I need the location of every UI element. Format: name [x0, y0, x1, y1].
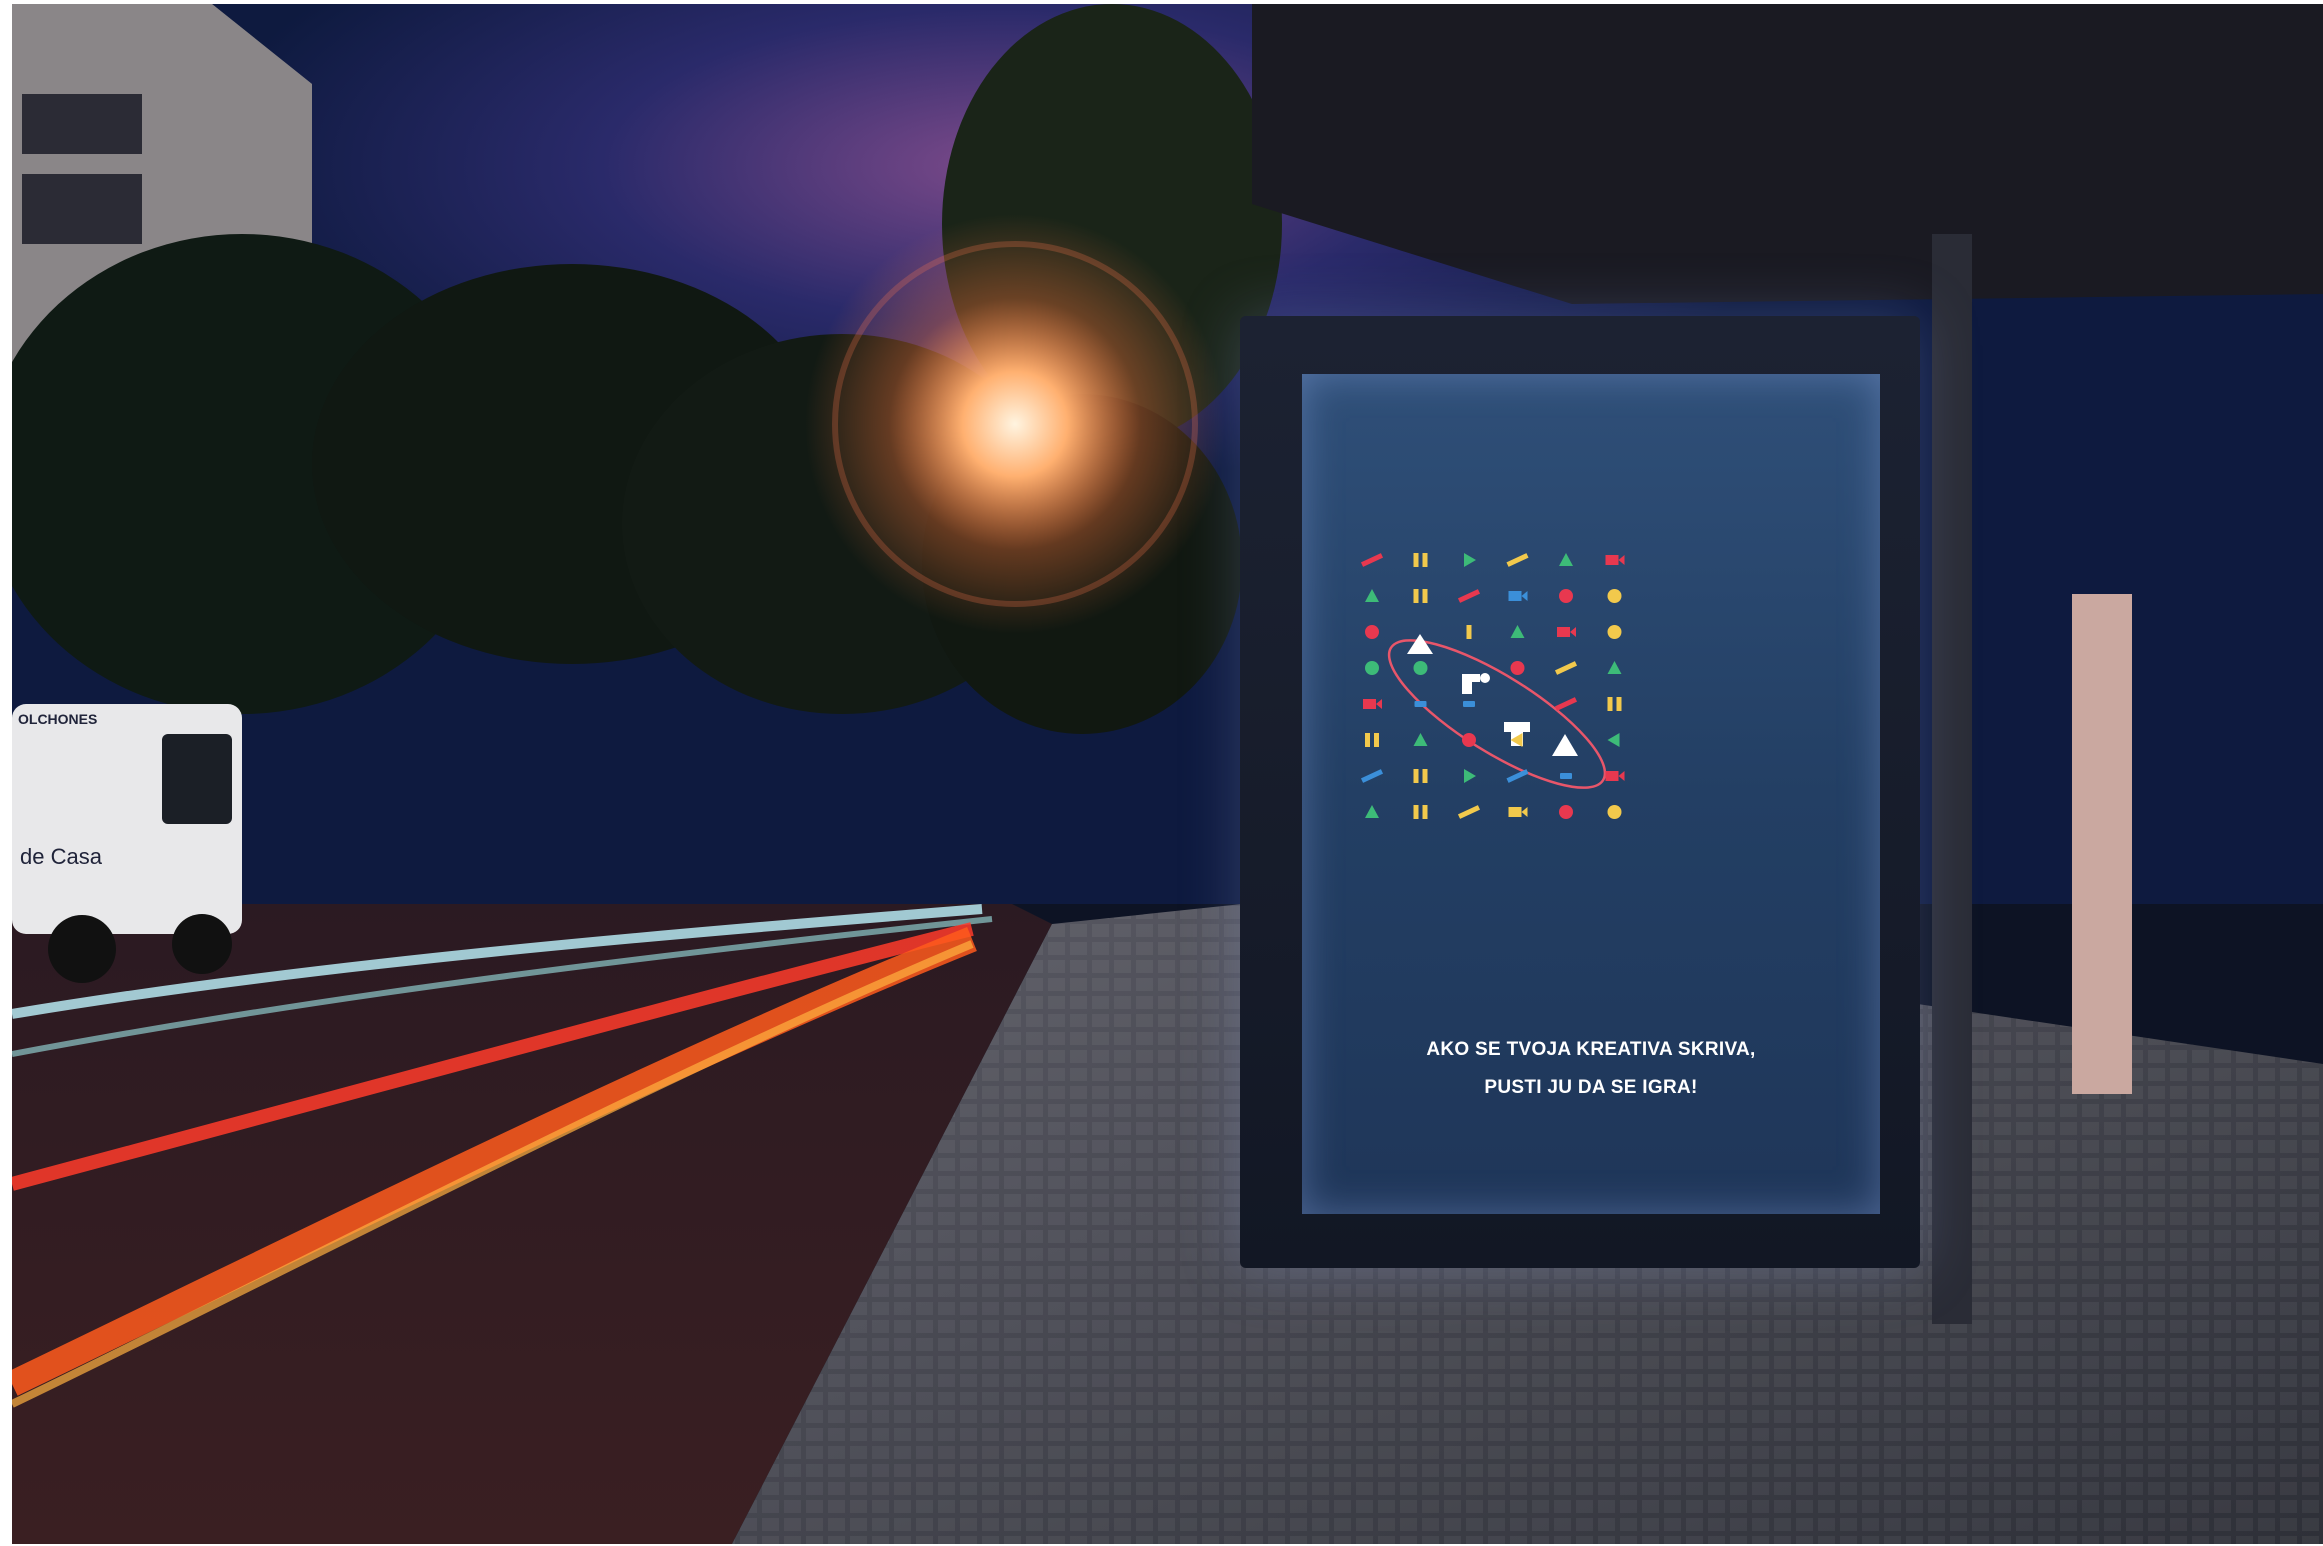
dash-icon [1560, 773, 1572, 779]
pencil-icon [1457, 805, 1481, 819]
triangle-icon [1407, 634, 1433, 654]
video-camera-icon [1508, 807, 1528, 817]
video-camera-icon [1557, 627, 1576, 637]
pencil-icon [1457, 589, 1481, 603]
pause-icon [1365, 733, 1379, 747]
street-background: OLCHONES de Casa [12, 4, 2323, 1544]
pause-icon [1607, 697, 1622, 711]
dot-icon [1510, 661, 1525, 675]
pencil-icon [1554, 661, 1578, 675]
video-camera-icon [1363, 699, 1382, 709]
dot-icon [1607, 805, 1622, 819]
dot-icon [1365, 661, 1379, 675]
video-camera-icon [1605, 555, 1625, 565]
slogan-line-1: AKO SE TVOJA KREATIVA SKRIVA, [1426, 1039, 1756, 1060]
pause-lettermark-icon [1462, 673, 1490, 694]
pause-icon [1413, 553, 1428, 567]
triangle-icon [1365, 589, 1379, 602]
van-side-lettering: de Casa [20, 844, 103, 869]
highlight-ellipse [1387, 639, 1607, 789]
dot-icon [1462, 733, 1476, 747]
dot-icon [1413, 661, 1428, 675]
dot-icon [1559, 805, 1573, 819]
triangle-icon [1510, 625, 1525, 638]
video-camera-icon [1508, 591, 1528, 601]
pencil-icon [1554, 697, 1578, 711]
triangle-icon [1365, 805, 1379, 818]
triangle-icon [1552, 734, 1578, 756]
triangle-icon [1413, 733, 1428, 746]
slogan-line-2: PUSTI JU DA SE IGRA! [1484, 1077, 1698, 1098]
pause-icon [1413, 589, 1428, 603]
dot-icon [1607, 589, 1622, 603]
van-top-lettering: OLCHONES [18, 711, 97, 727]
triangle-icon [1607, 661, 1622, 674]
street-scene: OLCHONES de Casa AKO SE TVOJA KREATIVA S… [12, 4, 2323, 1544]
rewind-icon [1607, 733, 1620, 747]
dot-icon [1607, 625, 1622, 639]
advertising-poster: AKO SE TVOJA KREATIVA SKRIVA, PUSTI JU D… [1302, 374, 1880, 1214]
pencil-icon [1506, 553, 1529, 567]
pause-icon [1413, 769, 1428, 783]
dot-icon [1365, 625, 1379, 639]
video-camera-icon [1605, 771, 1625, 781]
triangle-icon [1559, 553, 1573, 566]
pencil-icon [1360, 553, 1384, 567]
pause-icon [1413, 805, 1428, 819]
play-icon [1464, 553, 1476, 567]
bar-icon [1466, 625, 1472, 639]
dot-icon [1559, 589, 1573, 603]
play-icon [1464, 769, 1476, 783]
dash-icon [1463, 701, 1475, 707]
pencil-icon [1360, 769, 1384, 783]
dash-icon [1414, 701, 1427, 707]
pencil-icon [1506, 769, 1529, 783]
